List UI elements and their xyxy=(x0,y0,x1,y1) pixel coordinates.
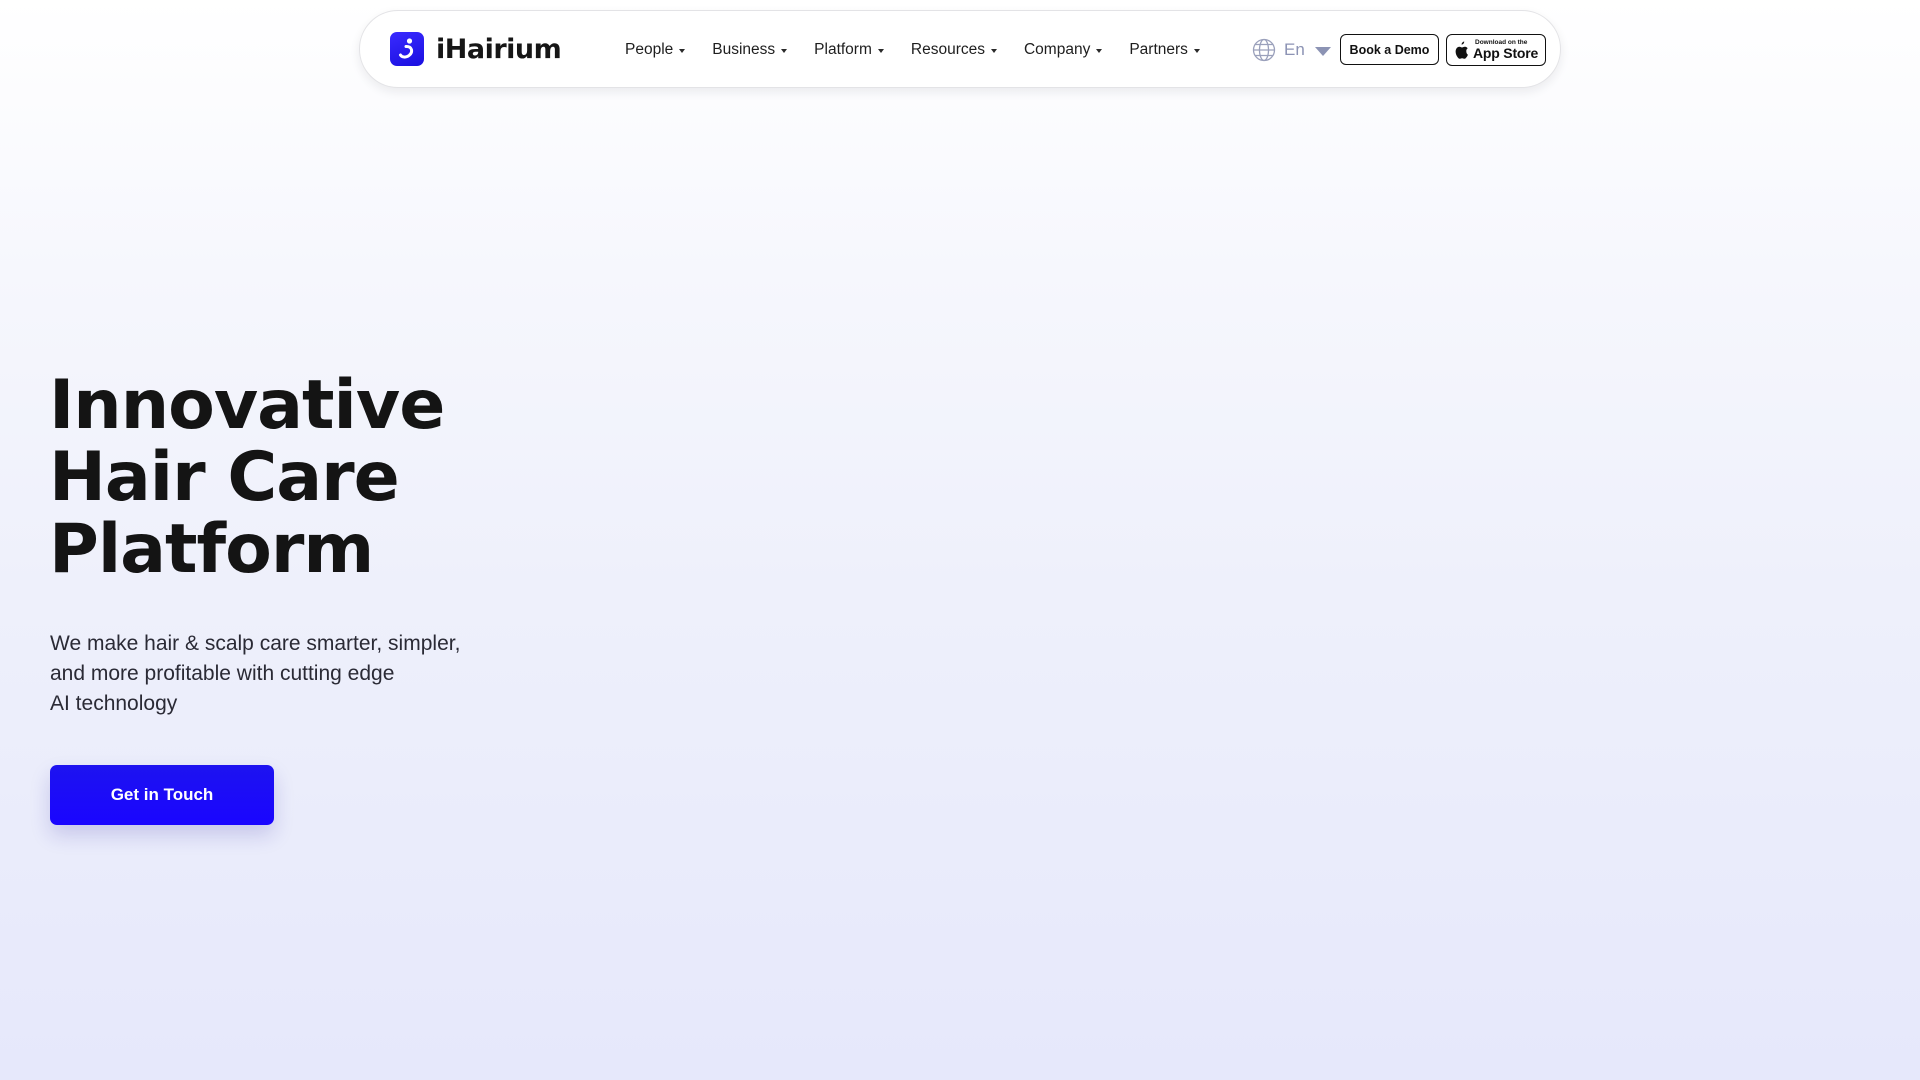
nav-item-people[interactable]: People xyxy=(625,41,686,59)
chevron-down-icon xyxy=(1314,46,1331,56)
top-navbar: iHairium People Business Platform Resour… xyxy=(359,10,1561,88)
caret-down-icon xyxy=(990,48,997,53)
book-demo-button[interactable]: Book a Demo xyxy=(1340,34,1439,65)
nav-item-partners[interactable]: Partners xyxy=(1129,41,1200,59)
nav-item-resources[interactable]: Resources xyxy=(911,41,997,59)
nav-item-label: Resources xyxy=(910,41,985,58)
hero-subtitle: We make hair & scalp care smarter, simpl… xyxy=(50,629,460,719)
nav-item-label: Platform xyxy=(814,41,872,58)
hero-subtitle-line: and more profitable with cutting edge xyxy=(50,662,395,685)
caret-down-icon xyxy=(1193,48,1200,53)
logo-text: iHairium xyxy=(436,33,562,65)
caret-down-icon xyxy=(679,48,686,53)
hero-title-line: Innovative xyxy=(49,366,445,445)
nav-item-label: People xyxy=(625,41,674,58)
caret-down-icon xyxy=(877,48,884,53)
nav-item-company[interactable]: Company xyxy=(1023,41,1103,59)
nav-item-business[interactable]: Business xyxy=(712,41,788,59)
app-store-big-label: App Store xyxy=(1473,45,1539,62)
globe-icon xyxy=(1252,38,1276,62)
hero-title-line: Platform xyxy=(49,510,374,589)
nav-menu: People Business Platform Resources Compa… xyxy=(625,11,1227,89)
caret-down-icon xyxy=(781,48,788,53)
app-store-text: Download on the App Store xyxy=(1473,39,1539,62)
nav-item-label: Company xyxy=(1023,41,1091,58)
hero-title-line: Hair Care xyxy=(49,438,400,517)
ihairium-logo-icon xyxy=(390,32,424,66)
caret-down-icon xyxy=(1096,48,1103,53)
nav-item-label: Partners xyxy=(1129,41,1188,58)
language-label: En xyxy=(1284,40,1305,59)
hero-subtitle-line: We make hair & scalp care smarter, simpl… xyxy=(50,632,461,655)
nav-item-platform[interactable]: Platform xyxy=(814,41,884,59)
apple-icon xyxy=(1455,41,1468,59)
get-in-touch-button[interactable]: Get in Touch xyxy=(50,765,274,825)
app-store-button[interactable]: Download on the App Store xyxy=(1446,34,1546,66)
hero-title: Innovative Hair Care Platform xyxy=(49,366,445,589)
nav-item-label: Business xyxy=(712,41,776,58)
logo[interactable]: iHairium xyxy=(390,32,562,66)
hero-subtitle-line: AI technology xyxy=(50,692,178,715)
language-selector[interactable]: En xyxy=(1252,38,1331,62)
